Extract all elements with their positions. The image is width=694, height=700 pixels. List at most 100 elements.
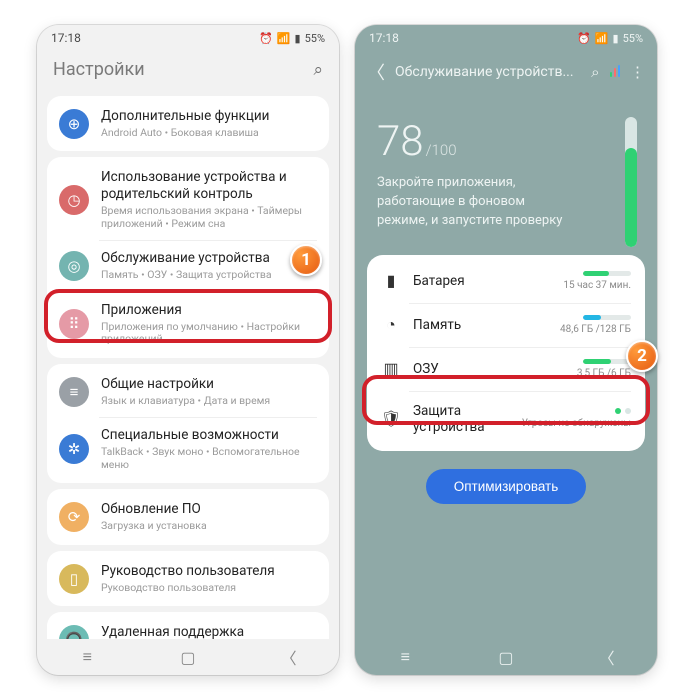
row-text: Обновление ПО Загрузка и установка	[101, 501, 317, 532]
row-icon: ⠿	[59, 309, 89, 339]
settings-row[interactable]: ⟳Обновление ПОЗагрузка и установка	[47, 491, 329, 542]
device-care-list: ▮ Батарея 15 час 37 мин. ◔ Память 48,6 ГБ /12…	[367, 255, 645, 451]
ram-icon: ▥	[381, 359, 401, 379]
row-title: Обновление ПО	[101, 501, 317, 518]
chart-icon[interactable]	[610, 63, 621, 81]
row-value: 48,6 ГБ /128 ГБ	[560, 324, 631, 335]
signal-icon: ▮	[613, 32, 619, 45]
alarm-icon: ⏰	[259, 32, 273, 45]
settings-row[interactable]: ⊕ Дополнительные функции Android Auto • Бо…	[47, 98, 329, 149]
more-icon[interactable]: ⋮	[630, 63, 645, 81]
row-label: ОЗУ	[413, 361, 565, 377]
nav-recents-icon[interactable]: ≡	[78, 648, 96, 666]
score-message: Закройте приложения, работающие в фоново…	[377, 174, 577, 231]
phone-settings: 17:18 ⏰ 📶 ▮ 55% Настройки ⌕ ⊕ Дополнитель…	[37, 25, 339, 675]
row-value: 3,5 ГБ /6 ГБ	[577, 368, 631, 379]
device-care-header: 〈 Обслуживание устройств... ⌕ ⋮	[355, 51, 657, 91]
wifi-icon: 📶	[277, 32, 291, 45]
row-label: Батарея	[413, 273, 551, 289]
device-care-row-security[interactable]: 🛡 Защита устройства Угрозы не обнаружены	[367, 391, 645, 447]
settings-row[interactable]: ≡ Общие настройки Язык и клавиатура • Дата…	[47, 366, 329, 417]
status-time: 17:18	[369, 31, 577, 45]
settings-row[interactable]: ▯Руководство пользователяРуководство пол…	[47, 553, 329, 604]
row-value: Угрозы не обнаружены	[522, 418, 631, 429]
row-title: Приложения	[101, 302, 317, 319]
back-icon[interactable]: 〈	[367, 59, 385, 85]
row-text: Специальные возможности TalkBack • Звук м…	[101, 427, 317, 471]
score-section: 78/100 Закройте приложения, работающие в…	[355, 91, 657, 249]
battery-label: 55%	[305, 32, 325, 45]
row-title: Использование устройства и родительский …	[101, 169, 317, 203]
settings-group: ▯Руководство пользователяРуководство пол…	[47, 551, 329, 606]
device-care-row-battery[interactable]: ▮ Батарея 15 час 37 мин.	[367, 259, 645, 303]
row-text: Общие настройки Язык и клавиатура • Дата …	[101, 376, 317, 407]
search-icon[interactable]: ⌕	[313, 60, 323, 80]
row-meta: 3,5 ГБ /6 ГБ	[577, 359, 631, 379]
settings-group: ≡ Общие настройки Язык и клавиатура • Дата…	[47, 364, 329, 484]
score-value: 78/100	[377, 117, 635, 166]
page-title: Настройки	[53, 59, 313, 80]
nav-back-icon[interactable]: 〈	[598, 648, 616, 666]
row-subtitle: Приложения по умолчанию • Настройки прил…	[101, 321, 317, 346]
nav-home-icon[interactable]: ▢	[497, 648, 515, 666]
wifi-icon: 📶	[595, 32, 609, 45]
row-meta: 48,6 ГБ /128 ГБ	[560, 315, 631, 335]
device-care-row-ram[interactable]: ▥ ОЗУ 3,5 ГБ /6 ГБ	[367, 347, 645, 391]
row-label: Память	[413, 317, 548, 333]
row-title: Обслуживание устройства	[101, 250, 317, 267]
row-title: Дополнительные функции	[101, 108, 317, 125]
nav-home-icon[interactable]: ▢	[179, 648, 197, 666]
row-title: Руководство пользователя	[101, 563, 317, 580]
row-label: Защита устройства	[413, 403, 510, 435]
storage-icon: ◔	[381, 315, 401, 335]
row-subtitle: Язык и клавиатура • Дата и время	[101, 395, 317, 408]
android-navbar: ≡ ▢ 〈	[355, 639, 657, 675]
row-icon: ≡	[59, 377, 89, 407]
row-icon: ⊕	[59, 109, 89, 139]
phone-device-care: 17:18 ⏰ 📶 ▮ 55% 〈 Обслуживание устройств…	[355, 25, 657, 675]
settings-row[interactable]: ◷ Использование устройства и родительский…	[47, 159, 329, 240]
nav-recents-icon[interactable]: ≡	[396, 648, 414, 666]
row-subtitle: Android Auto • Боковая клавиша	[101, 127, 317, 140]
row-text: Руководство пользователя Руководство поль…	[101, 563, 317, 594]
page-title: Обслуживание устройств...	[395, 64, 581, 80]
row-icon: ◷	[59, 185, 89, 215]
settings-group: ⊕ Дополнительные функции Android Auto • Бо…	[47, 96, 329, 151]
status-time: 17:18	[51, 31, 259, 45]
mini-gauge	[583, 359, 631, 364]
row-subtitle: Руководство пользователя	[101, 582, 317, 595]
row-title: Специальные возможности	[101, 427, 317, 444]
settings-row[interactable]: ⠿ Приложения Приложения по умолчанию • Нас…	[47, 292, 329, 356]
battery-icon: ▮	[381, 271, 401, 291]
settings-row[interactable]: ◎Обслуживание устройстваПамять • ОЗУ • З…	[47, 240, 329, 291]
alarm-icon: ⏰	[577, 32, 591, 45]
mini-gauge	[583, 315, 631, 320]
android-navbar: ≡ ▢ 〈	[37, 639, 339, 675]
settings-header: Настройки ⌕	[37, 51, 339, 90]
security-icon: 🛡	[381, 409, 401, 429]
battery-label: 55%	[623, 32, 643, 45]
row-subtitle: TalkBack • Звук моно • Вспомогательное м…	[101, 446, 317, 471]
settings-group: ◷ Использование устройства и родительский…	[47, 157, 329, 357]
settings-list[interactable]: ⊕ Дополнительные функции Android Auto • Бо…	[37, 90, 339, 672]
search-icon[interactable]: ⌕	[591, 63, 599, 81]
row-meta: 15 час 37 мин.	[563, 271, 631, 291]
status-bar: 17:18 ⏰ 📶 ▮ 55%	[355, 25, 657, 51]
mini-gauge	[583, 271, 631, 276]
row-subtitle: Загрузка и установка	[101, 520, 317, 533]
device-care-row-storage[interactable]: ◔ Память 48,6 ГБ /128 ГБ	[367, 303, 645, 347]
row-meta: Угрозы не обнаружены	[522, 408, 631, 429]
settings-group: ⟳Обновление ПОЗагрузка и установка	[47, 489, 329, 544]
signal-icon: ▮	[295, 32, 301, 45]
row-subtitle: Время использования экрана • Таймеры при…	[101, 205, 317, 230]
row-icon: ✲	[59, 434, 89, 464]
row-subtitle: Память • ОЗУ • Защита устройства	[101, 269, 317, 282]
nav-back-icon[interactable]: 〈	[280, 648, 298, 666]
score-gauge	[625, 117, 637, 247]
settings-row[interactable]: ✲ Специальные возможности TalkBack • Звук …	[47, 417, 329, 481]
status-bar: 17:18 ⏰ 📶 ▮ 55%	[37, 25, 339, 51]
row-text: Дополнительные функции Android Auto • Бок…	[101, 108, 317, 139]
row-title: Общие настройки	[101, 376, 317, 393]
row-text: Приложения Приложения по умолчанию • Наст…	[101, 302, 317, 346]
optimize-button[interactable]: Оптимизировать	[426, 469, 587, 504]
